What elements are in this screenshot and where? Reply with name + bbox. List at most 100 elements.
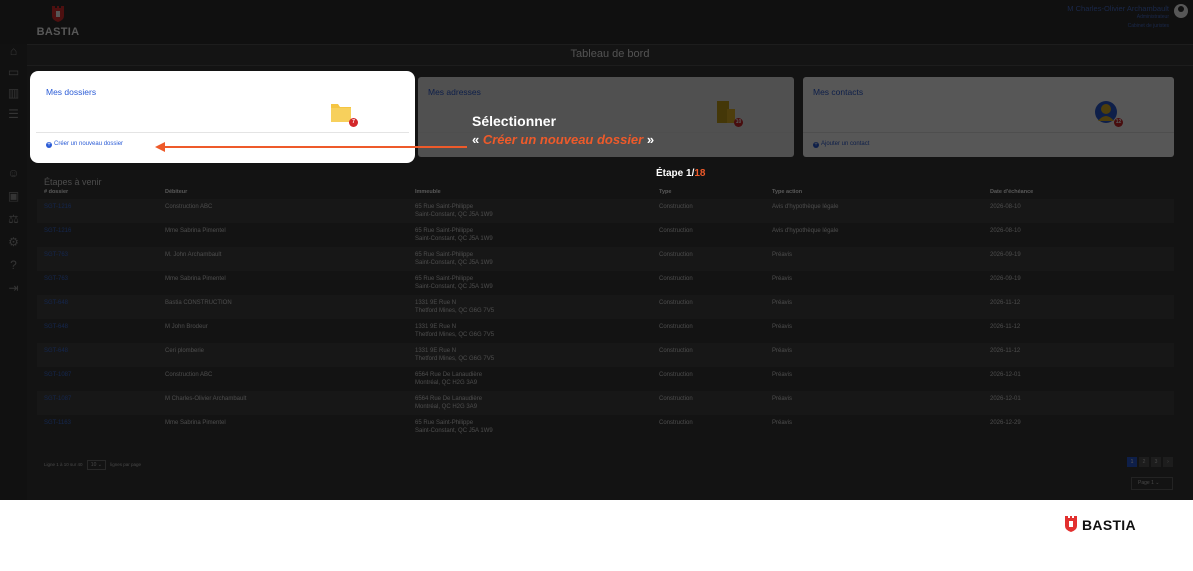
- table-row[interactable]: SGT-1216 Construction ABC 65 Rue Saint-Phi…: [37, 199, 1174, 223]
- immeuble-cell: 65 Rue Saint-Philippe Saint-Constant, QC …: [415, 203, 493, 219]
- footer-logo-text: BASTIA: [1082, 517, 1136, 533]
- annotation-arrow-icon: [155, 142, 467, 152]
- type-cell: Construction: [659, 204, 693, 210]
- next-page-button[interactable]: ›: [1163, 457, 1173, 467]
- debiteur-cell: Mme Sabrina Pimentel: [165, 276, 226, 282]
- table-header: # dossier Débiteur Immeuble Type Type ac…: [37, 188, 1174, 199]
- step-indicator: Étape 1/18: [656, 168, 705, 179]
- debiteur-cell: Ceri plomberie: [165, 348, 205, 354]
- date-cell: 2026-09-19: [990, 276, 1021, 282]
- dossier-link[interactable]: SGT-648: [44, 347, 68, 355]
- type-action-cell: Préavis: [772, 300, 793, 306]
- card-title: Mes dossiers: [46, 87, 97, 97]
- per-page-value: 10: [90, 462, 97, 468]
- top-bar: BASTIA M Charles-Olivier Archambault Adm…: [0, 0, 1193, 44]
- address-line2: Saint-Constant, QC J5A 1W9: [415, 428, 493, 434]
- logo-text: BASTIA: [36, 26, 80, 38]
- col-header[interactable]: Type: [659, 189, 671, 195]
- pagination: 1 2 3 ›: [1127, 457, 1173, 467]
- page-title: Tableau de bord: [570, 48, 650, 60]
- type-action-cell: Préavis: [772, 372, 793, 378]
- dossier-link[interactable]: SGT-648: [44, 299, 68, 307]
- table-row[interactable]: SGT-648 M John Brodeur 1331 9E Rue N Thetfo…: [37, 319, 1174, 343]
- page-button[interactable]: 2: [1139, 457, 1149, 467]
- user-info[interactable]: M Charles-Olivier Archambault Administra…: [1067, 4, 1169, 31]
- card-badge: 12: [1114, 118, 1123, 127]
- table-row[interactable]: SGT-763 M. John Archambault 65 Rue Saint-P…: [37, 247, 1174, 271]
- add-contact-link[interactable]: + Ajouter un contact: [813, 141, 869, 148]
- dossier-link[interactable]: SGT-763: [44, 251, 68, 259]
- table-row[interactable]: SGT-648 Bastia CONSTRUCTION 1331 9E Rue N T…: [37, 295, 1174, 319]
- bastia-logo[interactable]: BASTIA: [33, 5, 83, 39]
- col-header[interactable]: Type action: [772, 189, 802, 195]
- dossier-link[interactable]: SGT-1087: [44, 371, 71, 379]
- type-action-cell: Avis d'hypothèque légale: [772, 204, 839, 210]
- create-folder-link[interactable]: + Créer un nouveau dossier: [46, 141, 123, 148]
- dossier-link[interactable]: SGT-1163: [44, 419, 71, 427]
- home-icon[interactable]: ⌂: [6, 44, 21, 59]
- step-prefix: Étape 1/: [656, 168, 695, 179]
- card-mes-contacts[interactable]: Mes contacts 12 + Ajouter un contact: [803, 77, 1174, 157]
- building-icon[interactable]: ▥: [6, 86, 21, 101]
- address-line2: Thetford Mines, QC G6G 7V5: [415, 356, 495, 362]
- dossier-link[interactable]: SGT-648: [44, 323, 68, 331]
- user-org: Cabinet de juristes: [1127, 23, 1169, 29]
- shield-logo-icon: [1065, 516, 1077, 532]
- contacts-icon: 12: [1093, 99, 1123, 127]
- page-select-value: Page 1: [1138, 480, 1154, 486]
- table-row[interactable]: SGT-1087 M Charles-Olivier Archambault 656…: [37, 391, 1174, 415]
- briefcase-icon[interactable]: ▣: [6, 189, 21, 204]
- scale-icon[interactable]: ⚖: [6, 212, 21, 227]
- type-action-cell: Préavis: [772, 396, 793, 402]
- dossier-link[interactable]: SGT-1216: [44, 227, 71, 235]
- user-name: M Charles-Olivier Archambault: [1067, 4, 1169, 13]
- dossier-link[interactable]: SGT-763: [44, 275, 68, 283]
- table-row[interactable]: SGT-763 Mme Sabrina Pimentel 65 Rue Saint-…: [37, 271, 1174, 295]
- annotation-highlight: Créer un nouveau dossier: [482, 132, 644, 147]
- table-row[interactable]: SGT-1216 Mme Sabrina Pimentel 65 Rue Saint…: [37, 223, 1174, 247]
- help-icon[interactable]: ?: [6, 258, 21, 273]
- annotation-line1: Sélectionner: [472, 113, 557, 129]
- page-button[interactable]: 1: [1127, 457, 1137, 467]
- user-avatar-icon[interactable]: [1174, 4, 1188, 18]
- immeuble-cell: 65 Rue Saint-Philippe Saint-Constant, QC …: [415, 419, 493, 435]
- debiteur-cell: Construction ABC: [165, 204, 213, 210]
- type-cell: Construction: [659, 348, 693, 354]
- page-button[interactable]: 3: [1151, 457, 1161, 467]
- card-title: Mes adresses: [428, 87, 481, 97]
- people-icon[interactable]: ☺: [6, 166, 21, 181]
- dossier-link[interactable]: SGT-1216: [44, 203, 71, 211]
- contacts-icon[interactable]: ☰: [6, 107, 21, 122]
- folder-icon[interactable]: ▭: [6, 65, 21, 80]
- card-footer: + Ajouter un contact: [803, 132, 1174, 157]
- table-row[interactable]: SGT-1087 Construction ABC 6564 Rue De Lana…: [37, 367, 1174, 391]
- immeuble-cell: 1331 9E Rue N Thetford Mines, QC G6G 7V5: [415, 347, 494, 363]
- per-page-select[interactable]: 10 ⌄: [86, 460, 106, 470]
- address-line2: Saint-Constant, QC J5A 1W9: [415, 284, 493, 290]
- user-role: Administrateur: [1136, 14, 1169, 20]
- table-row[interactable]: SGT-1163 Mme Sabrina Pimentel 65 Rue Saint…: [37, 415, 1174, 439]
- logout-icon[interactable]: ⇥: [6, 281, 21, 296]
- address-line1: 1331 9E Rue N: [415, 348, 457, 354]
- col-header[interactable]: # dossier: [44, 189, 68, 195]
- col-header[interactable]: Débiteur: [165, 189, 187, 195]
- date-cell: 2026-12-01: [990, 396, 1021, 402]
- immeuble-cell: 65 Rue Saint-Philippe Saint-Constant, QC …: [415, 275, 493, 291]
- plus-icon: +: [46, 142, 52, 148]
- debiteur-cell: Mme Sabrina Pimentel: [165, 420, 226, 426]
- immeuble-cell: 65 Rue Saint-Philippe Saint-Constant, QC …: [415, 227, 493, 243]
- address-line2: Saint-Constant, QC J5A 1W9: [415, 236, 493, 242]
- dossier-link[interactable]: SGT-1087: [44, 395, 71, 403]
- quote-close: »: [643, 132, 655, 147]
- address-line2: Thetford Mines, QC G6G 7V5: [415, 308, 495, 314]
- type-cell: Construction: [659, 276, 693, 282]
- address-line1: 65 Rue Saint-Philippe: [415, 276, 474, 282]
- table-row[interactable]: SGT-648 Ceri plomberie 1331 9E Rue N Thetfo…: [37, 343, 1174, 367]
- address-line1: 65 Rue Saint-Philippe: [415, 228, 474, 234]
- per-page-label: lignes par page: [110, 462, 141, 467]
- col-header[interactable]: Date d'échéance: [990, 189, 1033, 195]
- col-header[interactable]: Immeuble: [415, 189, 441, 195]
- settings-icon[interactable]: ⚙: [6, 235, 21, 250]
- immeuble-cell: 65 Rue Saint-Philippe Saint-Constant, QC …: [415, 251, 493, 267]
- page-select[interactable]: Page 1 ⌄: [1131, 477, 1173, 490]
